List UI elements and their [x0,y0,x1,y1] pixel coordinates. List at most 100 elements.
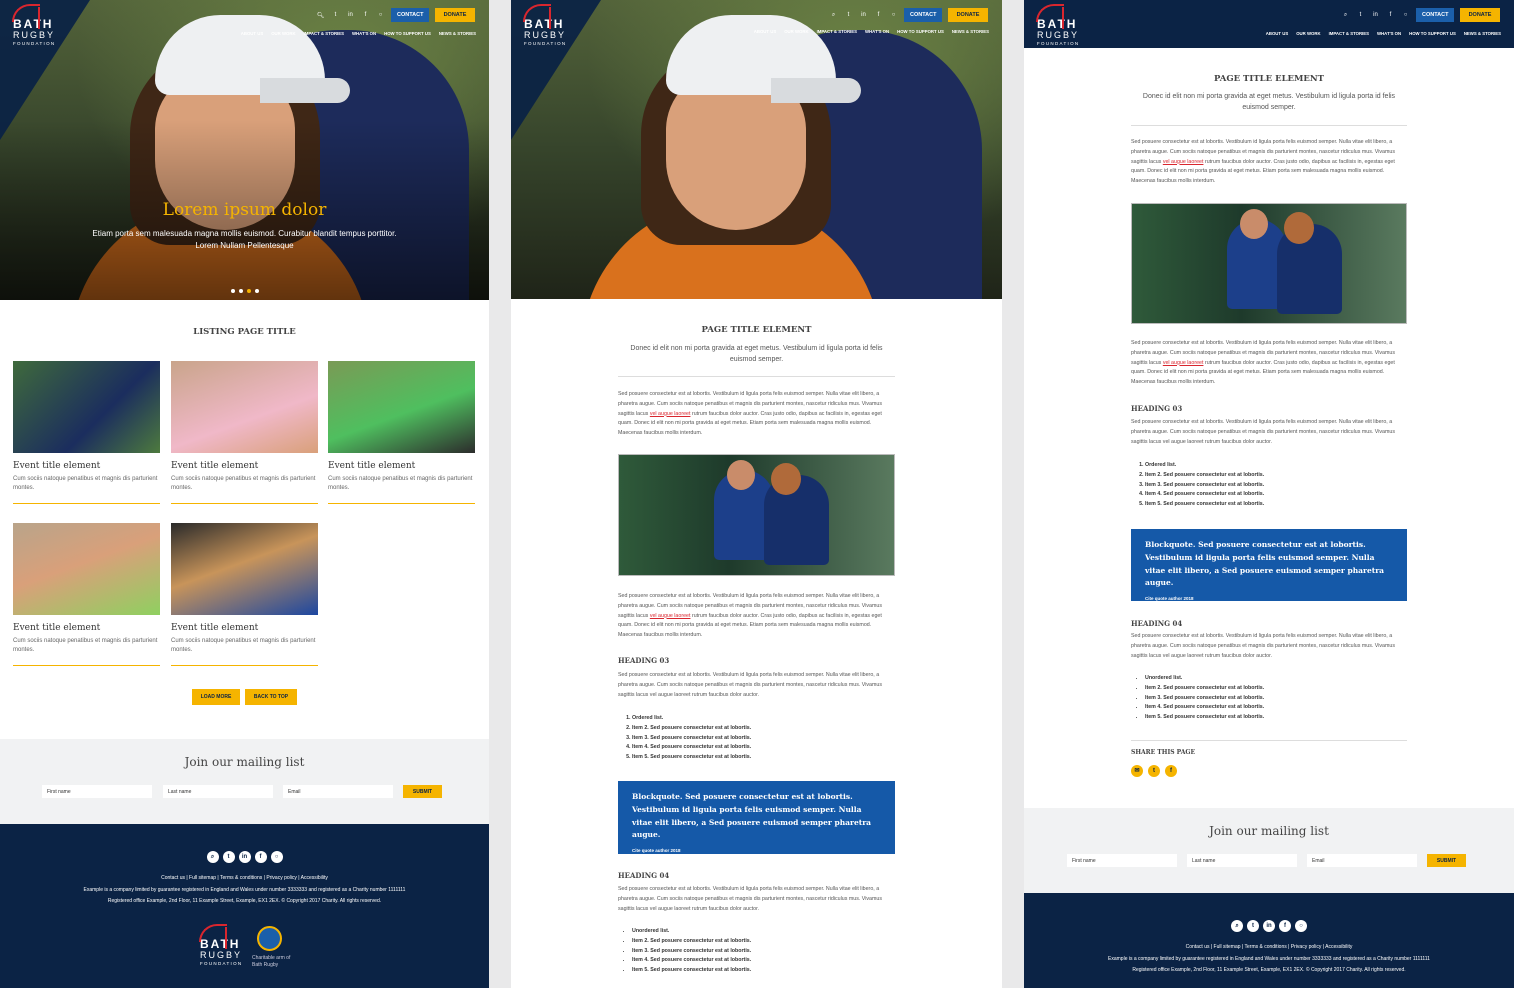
nav-news[interactable]: NEWS & STORIES [1464,31,1501,36]
last-name-field[interactable]: Last name [163,785,273,798]
twitter-icon[interactable]: t [331,12,340,18]
linkedin-icon[interactable]: in [238,851,251,863]
carousel-dot[interactable] [230,289,235,293]
nav-whats-on[interactable]: WHAT'S ON [1377,31,1401,36]
nav-our-work[interactable]: OUR WORK [271,31,295,36]
nav-about[interactable]: ABOUT US [754,29,776,34]
event-title[interactable]: Event title element [13,623,160,633]
facebook-icon[interactable]: f [1386,12,1395,18]
footer: ⌕ t in f ○ Contact us | Full sitemap | Terms… [1024,893,1514,988]
linkedin-icon[interactable]: in [859,12,868,18]
event-card[interactable]: Event title element Cum sociis natoque p… [13,523,160,666]
donate-button[interactable]: DONATE [1460,8,1500,22]
donate-button[interactable]: DONATE [435,8,475,22]
twitter-icon[interactable]: t [844,12,853,18]
event-card[interactable]: Event title element Cum sociis natoque p… [171,361,318,504]
event-title[interactable]: Event title element [328,461,475,471]
footer-company: Example is a company limited by guarante… [83,887,406,893]
inline-link[interactable]: vel augue laoreet [650,613,691,619]
contact-button[interactable]: CONTACT [1416,8,1454,22]
inline-link[interactable]: vel augue laoreet [1163,159,1204,165]
twitter-icon[interactable]: t [1247,920,1259,932]
nav-news[interactable]: NEWS & STORIES [952,29,989,34]
nav-impact[interactable]: IMPACT & STORIES [304,31,344,36]
first-name-field[interactable]: First name [42,785,152,798]
facebook-icon[interactable]: f [1279,920,1291,932]
instagram-icon[interactable]: ○ [270,851,283,863]
donate-button[interactable]: DONATE [948,8,988,22]
footer-links[interactable]: Contact us | Full sitemap | Terms & cond… [0,873,489,885]
event-card[interactable]: Event title element Cum sociis natoque p… [13,361,160,504]
contact-button[interactable]: CONTACT [391,8,429,22]
site-logo[interactable]: BATH RUGBY FOUNDATION [523,4,566,47]
twitter-icon[interactable]: t [222,851,235,863]
carousel-dots[interactable] [0,280,489,298]
load-more-button[interactable]: LOAD MORE [192,689,240,705]
page-title: PAGE TITLE ELEMENT [1213,74,1325,84]
search-icon[interactable]: ⌕ [1231,920,1243,932]
nav-our-work[interactable]: OUR WORK [1296,31,1320,36]
event-card[interactable]: Event title element Cum sociis natoque p… [328,361,475,504]
email-field[interactable]: Email [283,785,393,798]
nav-impact[interactable]: IMPACT & STORIES [817,29,857,34]
search-icon[interactable]: 🔍︎ [316,12,325,19]
event-card[interactable]: Event title element Cum sociis natoque p… [171,523,318,666]
mailing-section: Join our mailing list First name Last na… [0,739,489,824]
site-logo[interactable]: BATH RUGBY FOUNDATION [12,4,55,47]
linkedin-icon[interactable]: in [1371,12,1380,18]
nav-support[interactable]: HOW TO SUPPORT US [1409,31,1456,36]
site-logo[interactable]: BATH RUGBY FOUNDATION [1036,4,1079,47]
footer-logo: BATH RUGBY FOUNDATION [199,924,242,967]
carousel-dot-active[interactable] [246,289,251,293]
facebook-icon[interactable]: f [1165,765,1177,777]
carousel-dot[interactable] [254,289,259,293]
instagram-icon[interactable]: ○ [1401,12,1410,18]
inline-link[interactable]: vel augue laoreet [1163,360,1204,366]
carousel-dot[interactable] [238,289,243,293]
footer-links[interactable]: Contact us | Full sitemap | Terms & cond… [1024,942,1514,954]
instagram-icon[interactable]: ○ [889,12,898,18]
linkedin-icon[interactable]: in [1263,920,1275,932]
event-title[interactable]: Event title element [171,461,318,471]
email-field[interactable]: Email [1307,854,1417,867]
nav-whats-on[interactable]: WHAT'S ON [865,29,889,34]
nav-news[interactable]: NEWS & STORIES [439,31,476,36]
twitter-icon[interactable]: t [1356,12,1365,18]
facebook-icon[interactable]: f [254,851,267,863]
submit-button[interactable]: SUBMIT [1427,854,1466,867]
nav-impact[interactable]: IMPACT & STORIES [1329,31,1369,36]
event-image [328,361,475,453]
search-icon[interactable]: ⌕ [829,12,838,19]
facebook-icon[interactable]: f [874,12,883,18]
nav-our-work[interactable]: OUR WORK [784,29,808,34]
event-title[interactable]: Event title element [13,461,160,471]
last-name-field[interactable]: Last name [1187,854,1297,867]
unordered-list: Unordered list. Item 2. Sed posuere cons… [632,927,751,976]
contact-button[interactable]: CONTACT [904,8,942,22]
nav-support[interactable]: HOW TO SUPPORT US [897,29,944,34]
instagram-icon[interactable]: ○ [376,12,385,18]
inline-link[interactable]: vel augue laoreet [650,411,691,417]
submit-button[interactable]: SUBMIT [403,785,442,798]
list-item: Item 2. Sed posuere consectetur est at l… [1145,684,1264,694]
ordered-list: Ordered list. Item 2. Sed posuere consec… [1145,461,1264,510]
footer: ⌕ t in f ○ Contact us | Full sitemap | Terms… [0,824,489,988]
nav-about[interactable]: ABOUT US [1266,31,1288,36]
nav-support[interactable]: HOW TO SUPPORT US [384,31,431,36]
event-title[interactable]: Event title element [171,623,318,633]
nav-whats-on[interactable]: WHAT'S ON [352,31,376,36]
instagram-icon[interactable]: ○ [1295,920,1307,932]
nav-about[interactable]: ABOUT US [241,31,263,36]
hero-carousel[interactable]: Lorem ipsum dolor Etiam porta sem malesu… [0,0,489,300]
twitter-icon[interactable]: t [1148,765,1160,777]
event-desc: Cum sociis natoque penatibus et magnis d… [328,476,473,491]
back-to-top-button[interactable]: BACK TO TOP [245,689,297,705]
facebook-icon[interactable]: f [361,12,370,18]
first-name-field[interactable]: First name [1067,854,1177,867]
search-icon[interactable]: ⌕ [206,851,219,863]
linkedin-icon[interactable]: in [346,12,355,18]
share-title: SHARE THIS PAGE [1131,749,1196,756]
search-icon[interactable]: ⌕ [1341,12,1350,19]
email-icon[interactable]: ✉ [1131,765,1143,777]
list-item: Item 5. Sed posuere consectetur est at l… [632,966,751,976]
